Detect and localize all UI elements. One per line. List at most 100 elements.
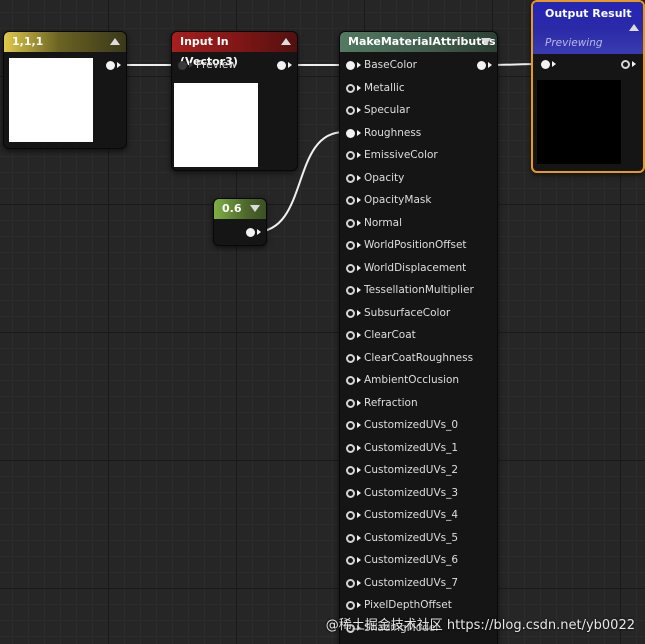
material-pin-label: SubsurfaceColor <box>364 306 451 319</box>
material-pin-label: AmbientOcclusion <box>364 374 460 386</box>
pin-arrow-icon <box>357 489 361 496</box>
material-pin-tessellationmultiplier[interactable] <box>346 286 355 295</box>
pin-arrow-icon <box>357 602 361 608</box>
material-pin-label: CustomizedUVs_5 <box>364 531 459 544</box>
material-pin-customizeduvs-5[interactable] <box>346 533 355 543</box>
pin-arrow-icon <box>357 107 361 113</box>
pin-arrow-icon <box>357 219 361 226</box>
material-pin-worlddisplacement[interactable] <box>346 263 355 273</box>
material-pin-label: CustomizedUVs_4 <box>364 509 459 521</box>
material-pin-metallic[interactable] <box>346 83 355 93</box>
pin-arrow-icon <box>357 332 361 338</box>
output-result-output-pin[interactable] <box>621 60 630 69</box>
function-input-node[interactable]: Input In (Vector3) Preview <box>171 31 298 171</box>
material-pin-roughness[interactable] <box>346 128 355 138</box>
constant3-output-pin[interactable] <box>106 61 115 70</box>
output-result-header[interactable]: Output Result Previewing <box>533 2 643 54</box>
collapse-arrow-icon[interactable] <box>629 24 639 31</box>
material-pin-label: PixelDepthOffset <box>364 599 452 611</box>
material-pin-worldpositionoffset[interactable] <box>346 241 355 250</box>
material-pin-label: ClearCoatRoughness <box>364 351 474 364</box>
collapse-arrow-icon[interactable] <box>110 38 120 45</box>
pin-arrow-icon <box>552 61 556 67</box>
material-pin-label: Specular <box>364 104 410 116</box>
constant3-node[interactable]: 1,1,1 <box>3 31 127 149</box>
expand-arrow-icon[interactable] <box>250 205 260 212</box>
pin-arrow-icon <box>357 287 361 293</box>
material-pin-label: Metallic <box>364 81 405 94</box>
make-material-output-pin[interactable] <box>477 61 486 70</box>
preview-input-pin[interactable] <box>178 61 187 70</box>
material-pin-customizeduvs-0[interactable] <box>346 421 355 430</box>
pin-arrow-icon <box>357 242 361 248</box>
material-pin-pixeldepthoffset[interactable] <box>346 601 355 610</box>
scalar-node[interactable]: 0.6 <box>213 198 267 246</box>
pin-arrow-icon <box>357 174 361 181</box>
pin-arrow-icon <box>357 197 361 203</box>
output-result-subtitle: Previewing <box>545 37 603 49</box>
pin-arrow-icon <box>357 512 361 518</box>
output-preview-swatch <box>537 80 621 164</box>
pin-arrow-icon <box>257 229 261 235</box>
output-result-title: Output Result <box>545 7 632 20</box>
pin-arrow-icon <box>357 129 361 136</box>
material-pin-opacitymask[interactable] <box>346 196 355 205</box>
pin-arrow-icon <box>357 377 361 383</box>
output-result-input-pin[interactable] <box>541 60 550 69</box>
material-pin-label: CustomizedUVs_2 <box>364 464 459 476</box>
material-pin-clearcoat[interactable] <box>346 331 355 340</box>
preview-pin-label: Preview <box>196 59 237 71</box>
material-pin-basecolor[interactable] <box>346 61 355 70</box>
material-pin-label: ClearCoat <box>364 329 416 341</box>
pin-arrow-icon <box>357 309 361 316</box>
material-pin-label: CustomizedUVs_1 <box>364 441 459 454</box>
pin-arrow-icon <box>632 61 636 67</box>
pin-arrow-icon <box>117 62 121 68</box>
material-pin-opacity[interactable] <box>346 173 355 183</box>
expand-arrow-icon[interactable] <box>481 38 491 45</box>
scalar-output-pin[interactable] <box>246 228 255 237</box>
pin-arrow-icon <box>357 534 361 541</box>
material-pin-emissivecolor[interactable] <box>346 151 355 160</box>
material-pin-label: OpacityMask <box>364 194 432 206</box>
constant3-title: 1,1,1 <box>12 35 44 48</box>
make-material-attributes-node[interactable]: MakeMaterialAttributes BaseColor Metallic… <box>339 31 498 644</box>
pin-arrow-icon <box>357 152 361 158</box>
material-pin-label: CustomizedUVs_0 <box>364 419 459 431</box>
function-input-header[interactable]: Input In (Vector3) <box>172 32 297 68</box>
material-pin-label: BaseColor <box>364 59 417 71</box>
pin-arrow-icon <box>357 444 361 451</box>
material-pin-customizeduvs-2[interactable] <box>346 466 355 475</box>
material-pin-customizeduvs-1[interactable] <box>346 443 355 453</box>
scalar-header[interactable]: 0.6 <box>214 199 266 219</box>
material-pin-specular[interactable] <box>346 106 355 115</box>
material-pin-clearcoatroughness[interactable] <box>346 353 355 363</box>
material-pin-customizeduvs-3[interactable] <box>346 488 355 498</box>
collapse-arrow-icon[interactable] <box>281 38 291 45</box>
material-pin-label: CustomizedUVs_7 <box>364 576 459 589</box>
pin-arrow-icon <box>357 399 361 406</box>
scalar-value: 0.6 <box>222 202 242 215</box>
watermark: @稀土掘金技术社区 https://blog.csdn.net/yb0022 <box>325 618 635 633</box>
material-pin-normal[interactable] <box>346 218 355 228</box>
material-pin-customizeduvs-4[interactable] <box>346 511 355 520</box>
material-pin-label: Refraction <box>364 396 418 409</box>
material-pin-label: CustomizedUVs_3 <box>364 486 459 499</box>
function-input-output-pin[interactable] <box>277 61 286 70</box>
constant3-color-preview <box>9 58 93 142</box>
material-pin-customizeduvs-6[interactable] <box>346 556 355 565</box>
material-pin-customizeduvs-7[interactable] <box>346 578 355 588</box>
pin-arrow-icon <box>357 557 361 563</box>
pin-arrow-icon <box>357 422 361 428</box>
material-pin-ambientocclusion[interactable] <box>346 376 355 385</box>
pin-arrow-icon <box>288 62 292 68</box>
material-pin-label: Normal <box>364 216 402 229</box>
output-result-node[interactable]: Output Result Previewing <box>531 0 645 173</box>
constant3-header[interactable]: 1,1,1 <box>4 32 126 52</box>
make-material-attributes-header[interactable]: MakeMaterialAttributes <box>340 32 497 52</box>
pin-arrow-icon <box>357 354 361 361</box>
pin-arrow-icon <box>357 264 361 271</box>
pin-arrow-icon <box>357 84 361 91</box>
material-pin-refraction[interactable] <box>346 398 355 408</box>
material-pin-subsurfacecolor[interactable] <box>346 308 355 318</box>
